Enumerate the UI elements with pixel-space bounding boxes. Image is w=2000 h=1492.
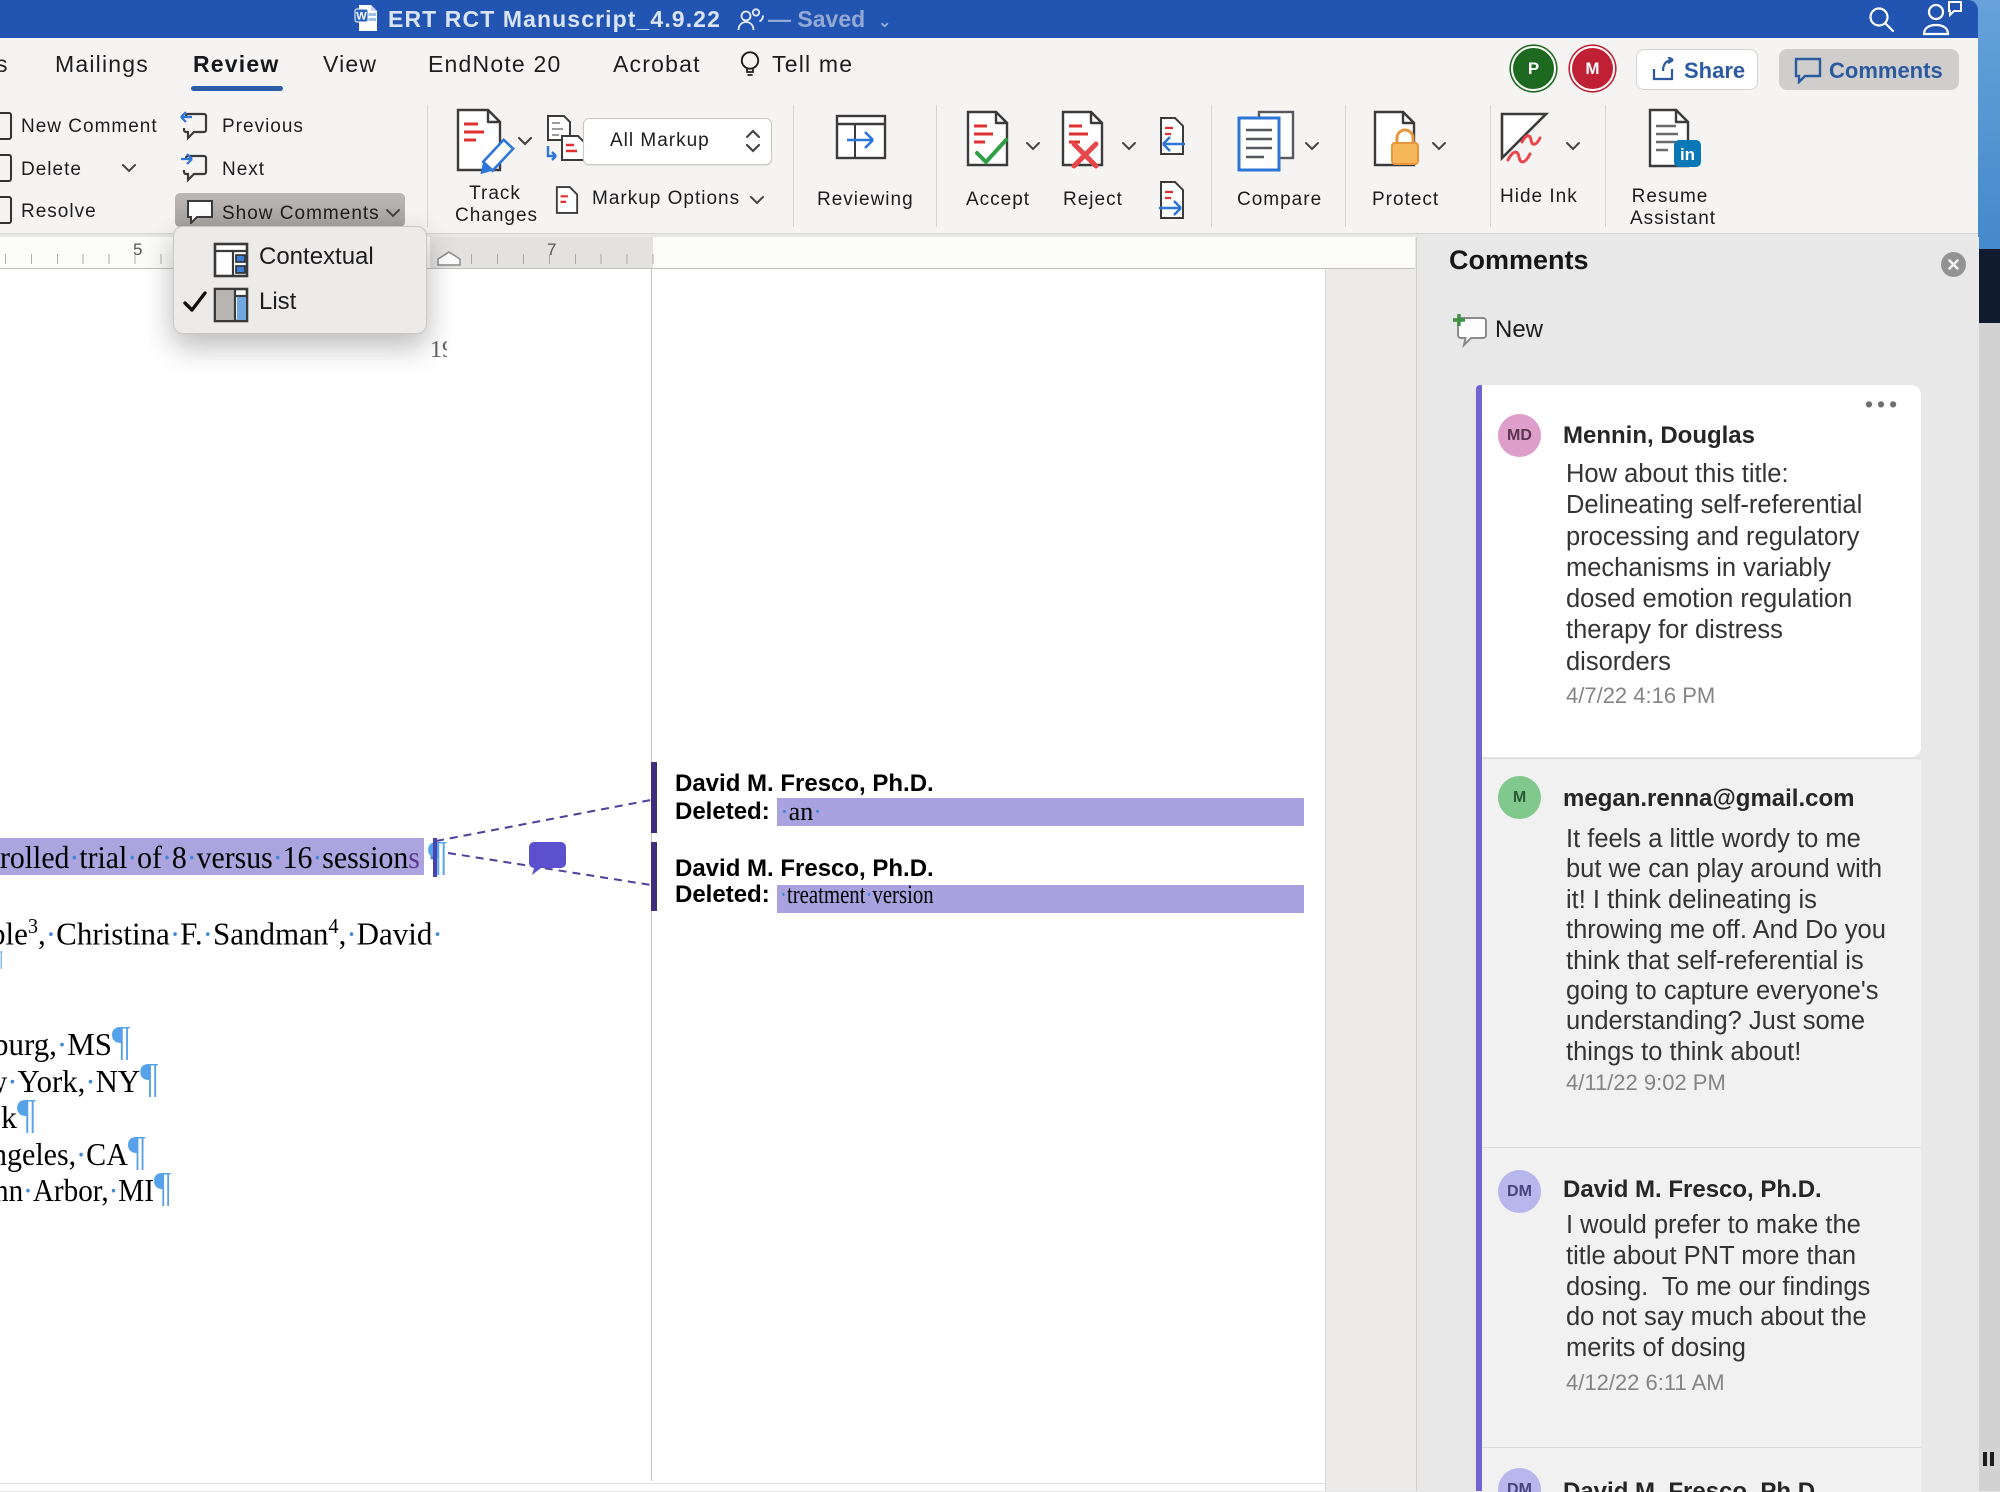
svg-text:W: W [356,11,367,23]
svg-text:in: in [1680,145,1695,164]
